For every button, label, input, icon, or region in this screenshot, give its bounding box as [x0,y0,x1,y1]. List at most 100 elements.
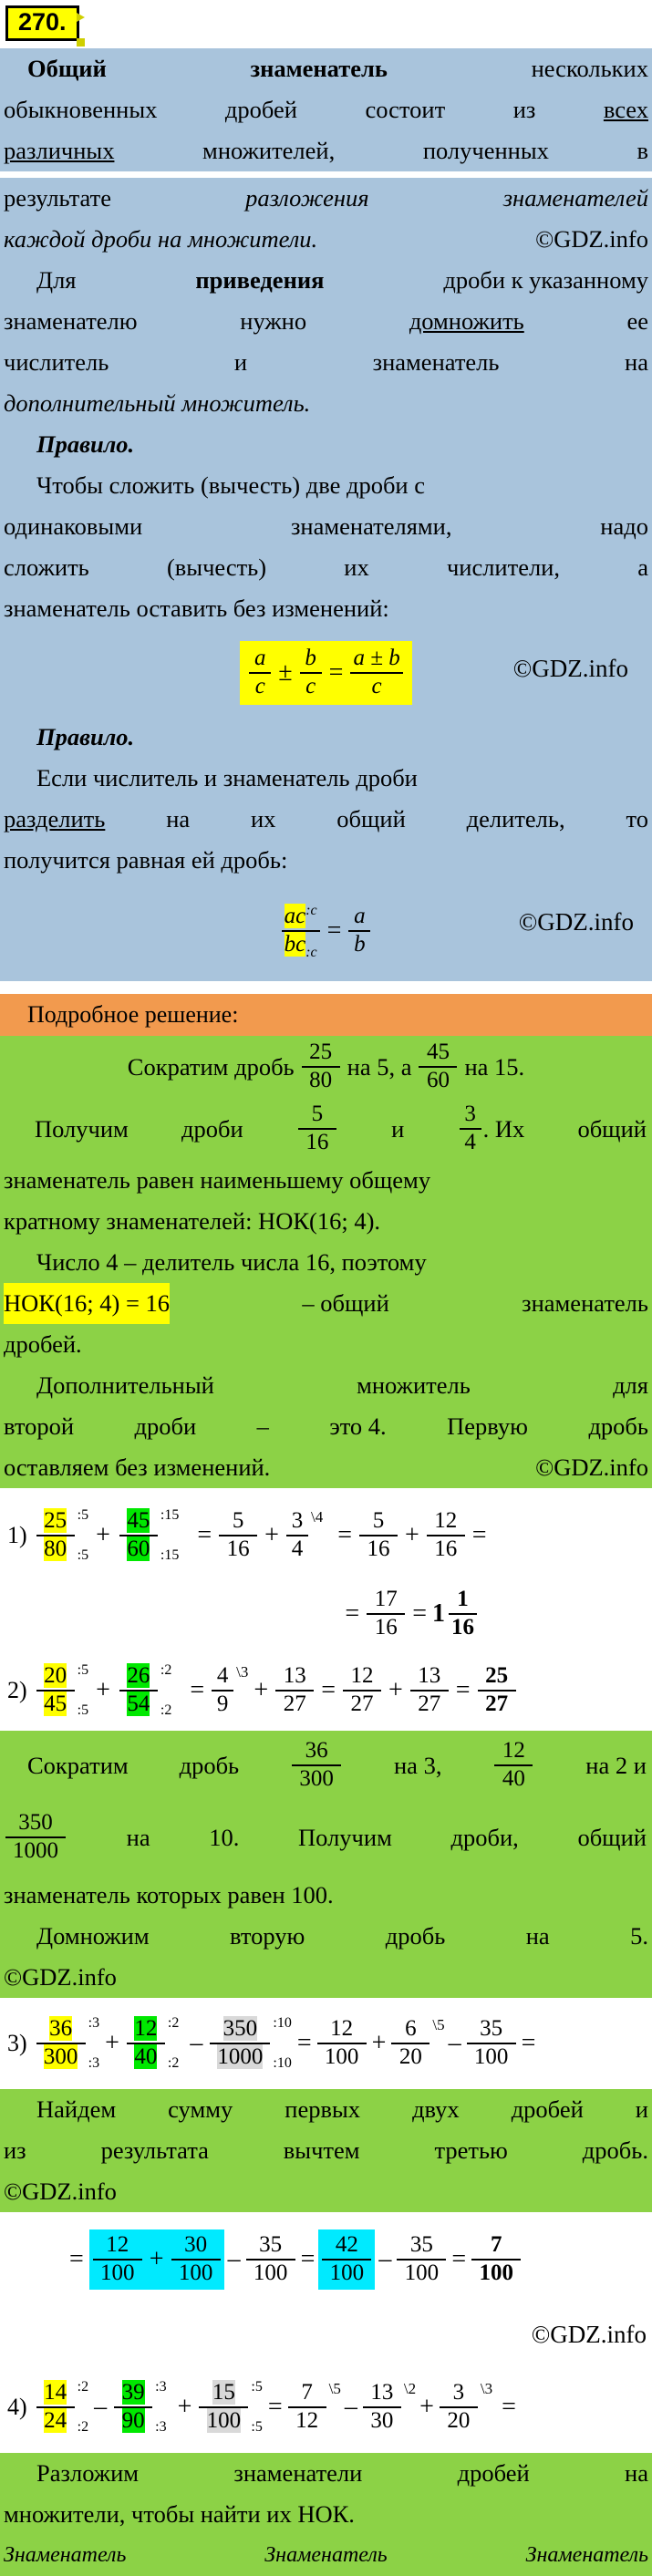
theory-line: Общий знаменатель нескольких [27,55,648,83]
equation-row: 1) 25 80 :5 :5 + 45 60:15:15 = 5 16 + … [7,1507,487,1564]
step-line: второй дроби – это 4. Первую дробь [4,1412,648,1441]
fraction: 35 100 [245,2233,295,2286]
equation-4: 4) 14 24 :2 :2 – 39 90:3:3 + 15 100:5… [0,2362,652,2454]
fraction: a ± b c [350,647,403,699]
divisor-annotations: :2 :2 [160,1662,172,1719]
step-line: Дополнительный множитель для [36,1371,648,1400]
step-line: 350 1000 на 10. Получим дроби, общий [0,1800,652,1875]
step-line: знаменатель равен наименьшему общему [4,1166,431,1195]
fraction: 36 300 [36,2016,86,2070]
theory-line: знаменатель оставить без изменений: [4,595,389,623]
divisor-annotations: :5 :5 [77,1507,89,1564]
solution-header-text: Подробное решение: [27,1001,239,1029]
fraction: 5 16 [297,1102,336,1155]
solution-step-1: Сократим дробь 25 80 на 5, а 45 60 на 15… [0,1036,652,1489]
exercise-number-bar: 270. [0,0,652,49]
fraction: 20 45 [36,1663,75,1717]
step-line: дробей. [4,1330,82,1359]
equation-2: 2) 20 45 :5 :5 + 26 54:2:2 = 4 9 \3 + … [0,1650,652,1732]
theory-block-2: результате разложения знаменателей каждо… [0,178,652,982]
theory-line: различных множителей, полученных в [4,137,648,165]
fraction: 45 60 [419,1040,458,1093]
equation-3-continued: = 12 100 + 30 100 – 35 100 = 42 100 – 35… [0,2212,652,2363]
fraction-with-divisor: 45 60 :15 :15 [118,1508,179,1563]
fraction: 39 90 [114,2380,153,2434]
fraction: 3 4 [285,1509,308,1562]
rule-title: Правило. [36,430,135,459]
theory-line: дополнительный множитель. [4,389,311,418]
fraction: 35 100 [397,2233,447,2286]
theory-line: разделить на их общий делитель, то [4,805,648,833]
divisor-annotations: :5 :5 [251,2379,263,2436]
solution-step-3: Найдем сумму первых двух дробей и из рез… [0,2089,652,2213]
fraction: 4 9 [212,1664,234,1717]
watermark-copyright: ©GDZ.info [535,1454,648,1482]
band-gap [0,171,652,179]
fraction: 14 24 [36,2380,75,2434]
divisor-annotations: :5 :5 [77,1662,89,1719]
fraction: 13 30 [362,2381,401,2434]
step-line: знаменатель которых равен 100. [4,1881,334,1909]
fraction: 350 1000 [210,2016,271,2070]
fraction-with-divisor: 39 90 :3 :3 [112,2379,167,2436]
theory-line: Если числитель и знаменатель дроби [36,764,418,792]
divisor-annotations: :15 :15 [160,1507,180,1564]
watermark-copyright: ©GDZ.info [4,1963,117,1991]
fraction: 13 27 [409,1664,449,1717]
divisor-annotations: :10 :10 [273,2015,292,2072]
theory-line: сложить (вычесть) их числители, а [4,553,648,582]
fraction: 12 40 [494,1739,533,1792]
theory-line: числитель и знаменатель на [4,348,648,377]
fraction-with-divisor: 14 24 :2 :2 [35,2380,88,2435]
theory-line: одинаковыми знаменателями, надо [4,512,648,541]
solution-page: GDZ.INFO 270. Общий знаменатель нескольк… [0,0,652,2576]
step-line: оставляем без изменений. ©GDZ.info [0,1447,652,1488]
step-line: Найдем сумму первых двух дробей и [36,2095,648,2124]
step-line: Получим дроби 5 16 и 3 4 . Их общий [35,1102,647,1155]
fraction: 17 16 [367,1588,406,1640]
fraction: 350 1000 [5,1811,66,1864]
exercise-number-tag: 270. [5,5,85,47]
rule-title: Правило. [36,723,135,751]
fraction: 12 100 [92,2233,142,2286]
fraction-with-divisor: 25 80 :5 :5 [35,1508,88,1563]
theory-line: обыкновенных дробей состоит из всех [4,96,648,124]
watermark-copyright: ©GDZ.info [512,655,628,683]
fraction: b c [299,647,322,699]
solution-step-4: Разложим знаменатели дробей на множители… [0,2453,652,2576]
fraction: 15 100 [199,2380,249,2434]
fraction: 3 4 [459,1102,481,1155]
step-line: Сократим дробь 25 80 на 5, а 45 60 на 15… [127,1040,525,1093]
fraction: 12 100 [316,2017,367,2070]
fraction: 7 12 [287,2381,326,2434]
fraction-with-divisor: 36 300 :3 :3 [35,2016,99,2071]
fraction: 5 16 [219,1509,258,1562]
equation-row: 3) 36 300 :3 :3 + 12 40:2:2 – 350 1000… [7,2015,536,2072]
fraction: 25 80 [301,1040,340,1093]
divisor-annotations: :2 :2 [167,2015,180,2072]
fraction-with-divisor: 350 1000 :10 :10 [208,2015,292,2072]
fraction: 12 40 [126,2016,165,2070]
divisor-annotations: :3 :3 [155,2379,167,2436]
step-line: Разложим знаменатели дробей на [36,2459,648,2488]
theory-line: результате разложения знаменателей [4,184,648,212]
formula-add-same-denominator: a c ± b c = a ± b c ©GDZ.info [0,629,652,717]
step-line: НОК(16; 4) = 16 – общий знаменатель [0,1283,652,1325]
fraction: 1 16 [449,1588,477,1640]
step-line: из результата вычтем третью дробь. [4,2136,648,2165]
fraction: 25 80 [36,1508,75,1562]
mixed-number: 1 1 16 [432,1588,479,1640]
divisor-annotations: :3 :3 [88,2015,100,2072]
solution-header-band: Подробное решение: [0,994,652,1037]
equation-row-continued: = 17 16 = 1 1 16 [0,1578,652,1650]
fraction-with-divisor: 26 54 :2 :2 [118,1663,171,1718]
watermark-copyright: ©GDZ.info [531,2320,647,2348]
fraction: 36 300 [292,1739,342,1792]
fraction: 12 16 [426,1509,465,1562]
fraction-with-divisor: 12 40 :2 :2 [125,2016,179,2071]
fraction: 7 100 [471,2233,522,2286]
equation-row: 4) 14 24 :2 :2 – 39 90:3:3 + 15 100:5… [7,2379,516,2436]
fraction: 5 16 [359,1509,398,1562]
theory-line: знаменателю нужно домножить ее [4,307,648,336]
solution-step-2: Сократим дробь 36 300 на 3, 12 40 на 2 и… [0,1731,652,1999]
